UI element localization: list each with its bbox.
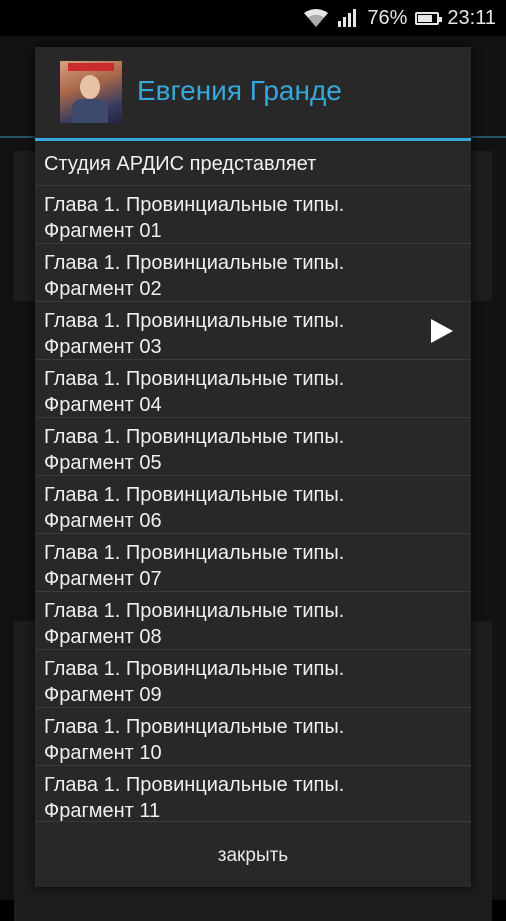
chapter-item[interactable]: Глава 1. Провинциальные типы. Фрагмент 05 <box>35 418 471 476</box>
chapter-item-title: Глава 1. Провинциальные типы. <box>44 600 345 622</box>
chapter-item-title: Глава 1. Провинциальные типы. <box>44 484 345 506</box>
wifi-icon <box>303 8 329 28</box>
chapter-item[interactable]: Глава 1. Провинциальные типы. Фрагмент 09 <box>35 650 471 708</box>
chapter-item[interactable]: Глава 1. Провинциальные типы. Фрагмент 02 <box>35 244 471 302</box>
chapter-item-title: Глава 1. Провинциальные типы. <box>44 774 345 796</box>
status-bar: 76% 23:11 <box>0 0 506 36</box>
chapter-item[interactable]: Студия АРДИС представляет <box>35 141 471 186</box>
dialog-header: Евгения Гранде <box>35 47 471 139</box>
chapter-item-title: Глава 1. Провинциальные типы. <box>44 368 345 390</box>
chapter-list-dialog: Евгения Гранде Студия АРДИС представляет… <box>35 47 471 887</box>
battery-percent: 76% <box>367 6 408 29</box>
chapter-item[interactable]: Глава 1. Провинциальные типы. Фрагмент 08 <box>35 592 471 650</box>
chapter-item[interactable]: Глава 1. Провинциальные типы. Фрагмент 01 <box>35 186 471 244</box>
chapter-item-fragment: Фрагмент 06 <box>44 510 162 532</box>
chapter-item-fragment: Фрагмент 03 <box>44 336 162 358</box>
chapter-item-title: Глава 1. Провинциальные типы. <box>44 716 345 738</box>
chapter-item[interactable]: Глава 1. Провинциальные типы. Фрагмент 10 <box>35 708 471 766</box>
book-cover-image <box>60 61 122 123</box>
chapter-item-fragment: Фрагмент 02 <box>44 278 162 300</box>
chapter-item-fragment: Фрагмент 07 <box>44 568 162 590</box>
chapter-item[interactable]: Глава 1. Провинциальные типы. Фрагмент 04 <box>35 360 471 418</box>
chapter-item-title: Глава 1. Провинциальные типы. <box>44 310 345 332</box>
clock: 23:11 <box>447 6 496 29</box>
chapter-item-fragment: Фрагмент 11 <box>44 800 161 821</box>
chapter-item-title: Глава 1. Провинциальные типы. <box>44 542 345 564</box>
chapter-item-fragment: Фрагмент 04 <box>44 394 162 416</box>
battery-icon <box>415 11 443 25</box>
chapter-item-title: Студия АРДИС представляет <box>44 153 317 175</box>
signal-icon <box>337 8 359 28</box>
chapter-item-fragment: Фрагмент 08 <box>44 626 162 648</box>
list-divider <box>35 821 471 822</box>
chapter-item[interactable]: Глава 1. Провинциальные типы. Фрагмент 07 <box>35 534 471 592</box>
chapter-list[interactable]: Студия АРДИС представляет Глава 1. Провин… <box>35 141 471 821</box>
chapter-item-fragment: Фрагмент 01 <box>44 220 162 242</box>
chapter-item-title: Глава 1. Провинциальные типы. <box>44 426 345 448</box>
chapter-item-title: Глава 1. Провинциальные типы. <box>44 194 345 216</box>
chapter-item-title: Глава 1. Провинциальные типы. <box>44 658 345 680</box>
chapter-item-fragment: Фрагмент 10 <box>44 742 162 764</box>
chapter-item[interactable]: Глава 1. Провинциальные типы. Фрагмент 11 <box>35 766 471 821</box>
chapter-item-fragment: Фрагмент 05 <box>44 452 162 474</box>
play-icon <box>431 319 453 343</box>
close-button[interactable]: закрыть <box>35 825 471 887</box>
chapter-item-fragment: Фрагмент 09 <box>44 684 162 706</box>
dialog-title: Евгения Гранде <box>137 75 342 106</box>
chapter-item-title: Глава 1. Провинциальные типы. <box>44 252 345 274</box>
chapter-item[interactable]: Глава 1. Провинциальные типы. Фрагмент 06 <box>35 476 471 534</box>
chapter-item[interactable]: Глава 1. Провинциальные типы. Фрагмент 03 <box>35 302 471 360</box>
